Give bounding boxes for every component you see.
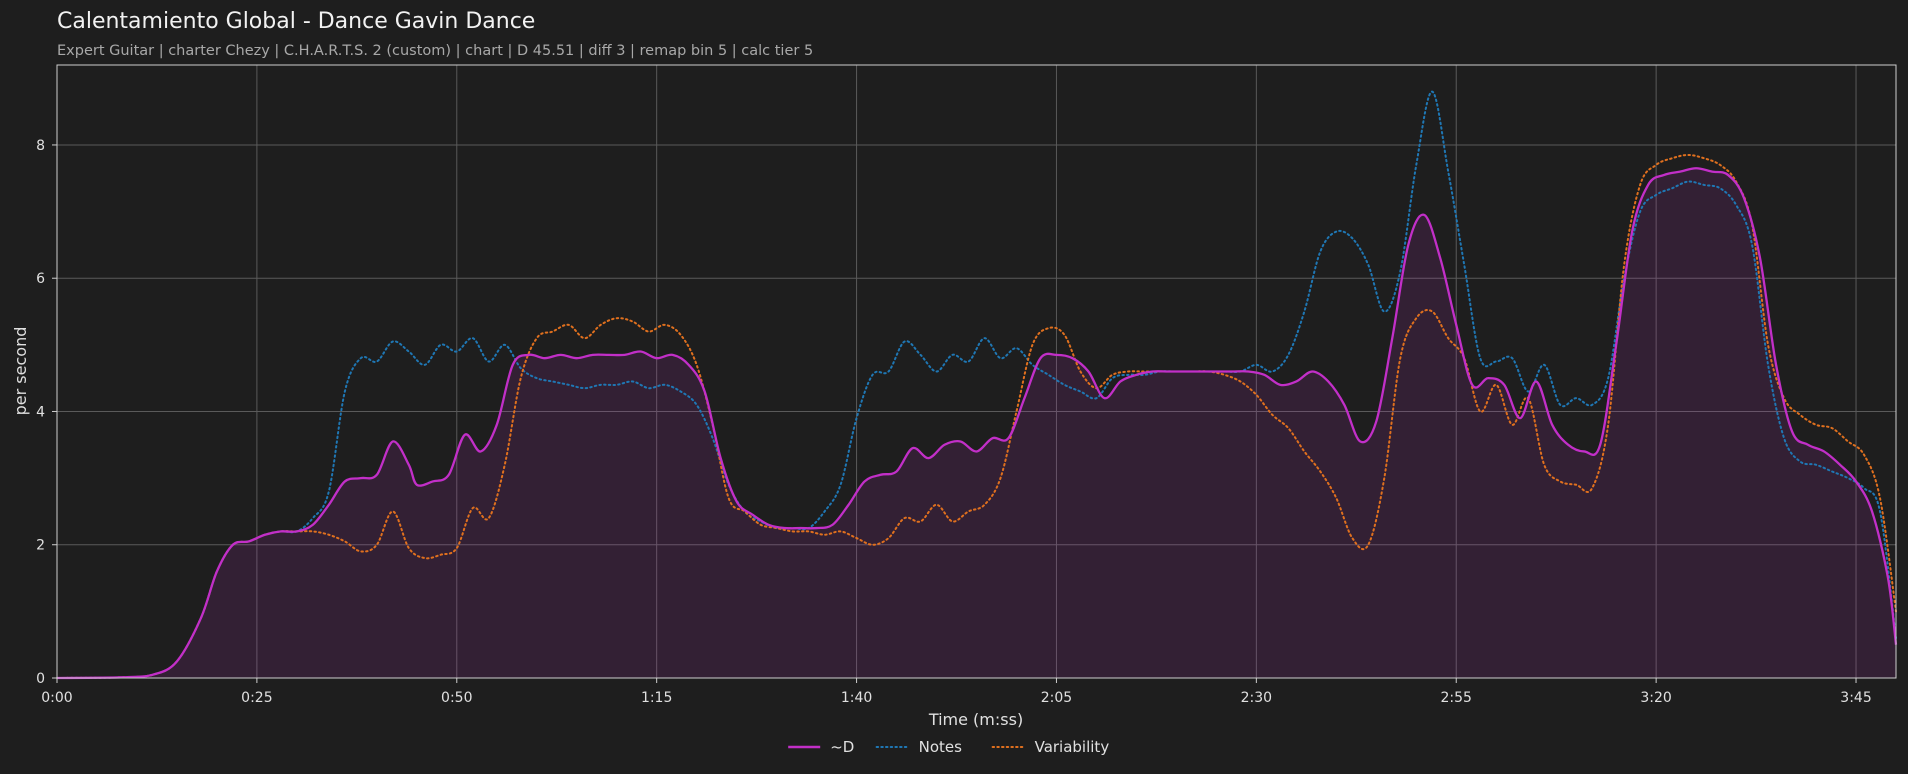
x-axis-label: Time (m:ss) [928,710,1023,729]
x-tick-label: 3:20 [1640,690,1671,706]
chart-title: Calentamiento Global - Dance Gavin Dance [57,9,535,34]
chart: Calentamiento Global - Dance Gavin Dance… [0,0,1908,774]
chart-subtitle: Expert Guitar | charter Chezy | C.H.A.R.… [57,43,813,59]
x-tick-label: 2:55 [1441,690,1472,706]
x-tick-label: 0:50 [441,690,472,706]
y-tick-label: 4 [36,404,45,420]
x-tick-label: 1:40 [841,690,872,706]
x-tick-label: 0:00 [41,690,72,706]
y-tick-label: 6 [36,271,45,287]
x-tick-label: 2:30 [1241,690,1272,706]
x-tick-label: 3:45 [1840,690,1871,706]
y-tick-label: 8 [36,138,45,154]
legend-label-variability: Variability [1035,738,1110,756]
y-tick-label: 2 [36,538,45,554]
y-tick-label: 0 [36,671,45,687]
legend: ~D Notes Variability [788,738,1109,756]
x-tick-label: 0:25 [241,690,272,706]
legend-label-d: ~D [830,738,854,756]
x-tick-label: 2:05 [1041,690,1072,706]
legend-label-notes: Notes [919,738,963,756]
y-axis-label: per second [11,327,30,416]
x-tick-label: 1:15 [641,690,672,706]
